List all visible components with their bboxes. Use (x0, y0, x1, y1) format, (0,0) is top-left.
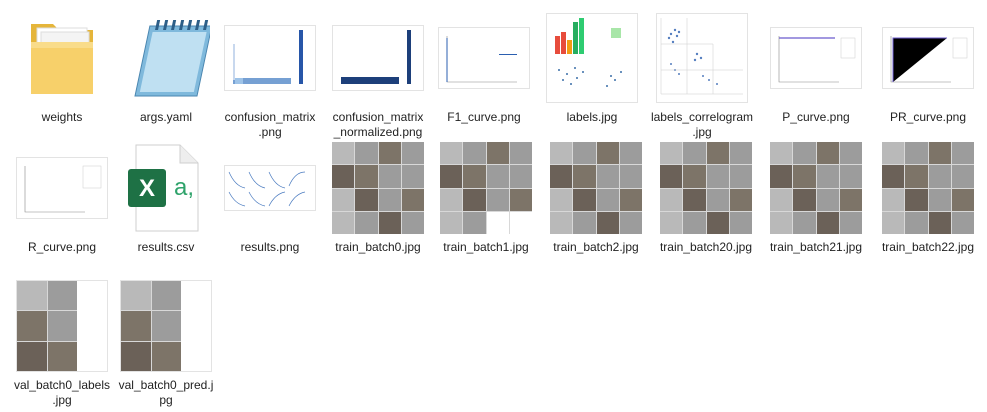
file-item-val-batch0-pred[interactable]: val_batch0_pred.j pg (114, 280, 218, 408)
image-thumbnail (14, 142, 110, 234)
file-name: train_batch22.jpg (881, 240, 975, 254)
image-thumbnail (438, 142, 534, 234)
file-item-train-batch22[interactable]: train_batch22.jpg (876, 142, 980, 255)
image-thumbnail (222, 142, 318, 234)
file-item-p-curve[interactable]: P_curve.png (764, 12, 868, 125)
image-thumbnail (658, 142, 754, 234)
file-item-labels-correlogram[interactable]: labels_correlogram .jpg (650, 12, 754, 140)
file-item-pr-curve[interactable]: PR_curve.png (876, 12, 980, 125)
image-thumbnail (544, 12, 640, 104)
file-item-train-batch1[interactable]: train_batch1.jpg (434, 142, 538, 255)
file-name: args.yaml (139, 110, 192, 124)
file-item-train-batch20[interactable]: train_batch20.jpg (654, 142, 758, 255)
image-thumbnail (548, 142, 644, 234)
file-item-val-batch0-labels[interactable]: val_batch0_labels .jpg (10, 280, 114, 408)
file-name: train_batch1.jpg (443, 240, 529, 254)
file-name: results.csv (137, 240, 195, 254)
svg-text:X: X (139, 175, 155, 202)
image-thumbnail (880, 12, 976, 104)
image-thumbnail (118, 280, 214, 372)
file-name: confusion_matrix _normalized.png (332, 110, 424, 139)
file-name: F1_curve.png (447, 110, 521, 124)
file-item-labels[interactable]: labels.jpg (540, 12, 644, 125)
file-name: val_batch0_pred.j pg (118, 378, 214, 407)
file-item-results-png[interactable]: results.png (218, 142, 322, 255)
image-thumbnail (768, 142, 864, 234)
file-name: PR_curve.png (889, 110, 967, 124)
image-thumbnail (768, 12, 864, 104)
image-thumbnail (14, 280, 110, 372)
file-item-train-batch2[interactable]: train_batch2.jpg (544, 142, 648, 255)
folder-icon (14, 12, 110, 104)
excel-csv-icon: X a, (118, 142, 214, 234)
image-thumbnail (222, 12, 318, 104)
image-thumbnail (330, 12, 426, 104)
file-item-args-yaml[interactable]: args.yaml (114, 12, 218, 125)
file-item-f1-curve[interactable]: F1_curve.png (432, 12, 536, 125)
image-thumbnail (880, 142, 976, 234)
svg-text:a,: a, (174, 174, 194, 201)
file-name: train_batch21.jpg (769, 240, 863, 254)
file-item-r-curve[interactable]: R_curve.png (10, 142, 114, 255)
file-item-weights[interactable]: weights (10, 12, 114, 125)
image-thumbnail (654, 12, 750, 104)
image-thumbnail (330, 142, 426, 234)
file-item-train-batch0[interactable]: train_batch0.jpg (326, 142, 430, 255)
file-name: labels_correlogram .jpg (650, 110, 754, 139)
file-name: labels.jpg (566, 110, 618, 124)
file-name: results.png (240, 240, 300, 254)
file-name: weights (41, 110, 83, 124)
image-thumbnail (436, 12, 532, 104)
file-name: val_batch0_labels .jpg (13, 378, 111, 407)
notepad-icon (118, 12, 214, 104)
file-name: train_batch20.jpg (659, 240, 753, 254)
file-item-results-csv[interactable]: X a, results.csv (114, 142, 218, 255)
file-name: R_curve.png (27, 240, 97, 254)
file-item-train-batch21[interactable]: train_batch21.jpg (764, 142, 868, 255)
file-item-confusion-matrix[interactable]: confusion_matrix .png (218, 12, 322, 140)
file-item-confusion-matrix-normalized[interactable]: confusion_matrix _normalized.png (326, 12, 430, 140)
file-name: train_batch0.jpg (335, 240, 421, 254)
file-name: P_curve.png (782, 110, 850, 124)
file-name: confusion_matrix .png (224, 110, 316, 139)
file-name: train_batch2.jpg (553, 240, 639, 254)
